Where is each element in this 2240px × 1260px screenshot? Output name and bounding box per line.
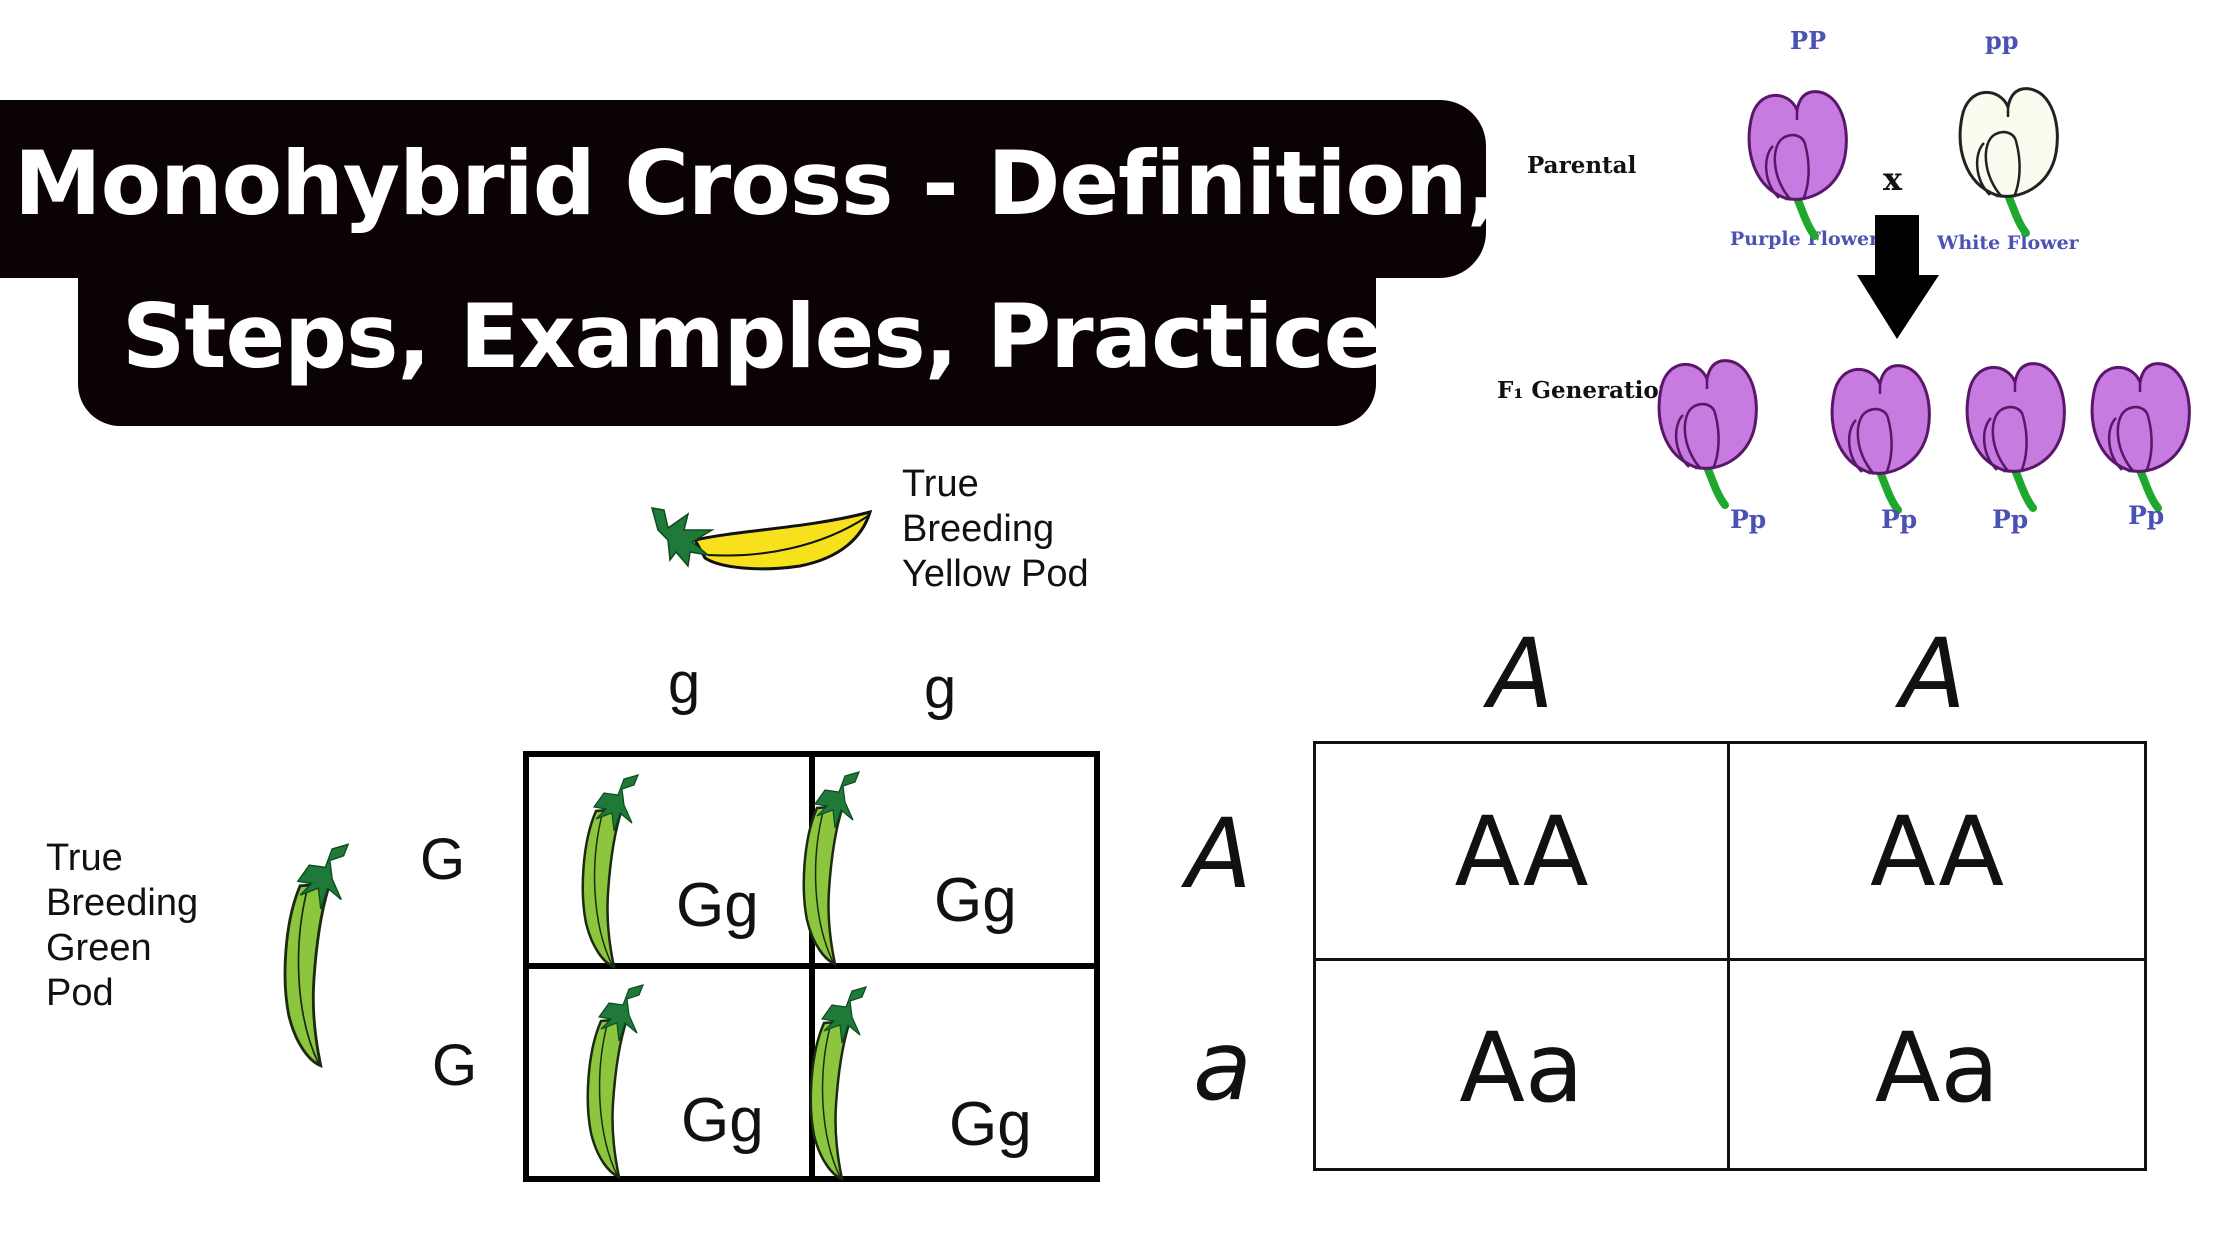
green-pod-icon <box>802 771 861 967</box>
f1-purple-flower-icon <box>1657 359 1758 509</box>
yellow-pod-label-line: True <box>902 463 979 505</box>
offspring-genotype: Pp <box>1881 505 1918 534</box>
column-allele-A-2: A <box>1900 618 1966 730</box>
punnett-cell: AA <box>1454 796 1589 908</box>
allele-punnett-square: AA AA Aa Aa <box>1313 741 2147 1171</box>
punnett-cell: Gg <box>949 1090 1032 1159</box>
white-flower-icon <box>1958 87 2059 237</box>
row-allele-1: G <box>420 827 466 892</box>
punnett-cell: Gg <box>934 866 1017 935</box>
green-pod-icon <box>283 843 350 1069</box>
offspring-genotype: Pp <box>1730 505 1767 534</box>
green-pod-label-line: Green <box>46 927 152 969</box>
green-pod-icon <box>809 986 868 1182</box>
yellow-pod-label: True Breeding Yellow Pod <box>902 462 1089 597</box>
punnett-cell: Gg <box>681 1086 764 1155</box>
green-pod-icon <box>581 774 640 970</box>
green-pod-label-line: Breeding <box>46 882 199 924</box>
punnett-cell: AA <box>1869 796 2004 908</box>
f1-purple-flower-icon <box>2090 362 2191 512</box>
yellow-pod-label-line: Breeding <box>902 508 1055 550</box>
column-allele-2: g <box>924 656 957 721</box>
column-allele-A-1: A <box>1488 618 1554 730</box>
column-allele-1: g <box>668 651 701 716</box>
punnett-cell: Gg <box>676 871 759 940</box>
row-allele-A: A <box>1186 798 1252 910</box>
green-pod-label-line: True <box>46 837 123 879</box>
offspring-genotype: Pp <box>2128 501 2165 530</box>
green-pod-icon <box>586 984 645 1180</box>
f1-purple-flower-icon <box>1830 364 1931 514</box>
green-pod-label-line: Pod <box>46 972 114 1014</box>
punnett-cell: Aa <box>1459 1012 1584 1124</box>
row-allele-2: G <box>432 1033 478 1098</box>
grid-divider-horizontal <box>1316 958 2144 961</box>
f1-purple-flower-icon <box>1965 362 2066 512</box>
row-allele-a: a <box>1193 1010 1252 1122</box>
green-pod-label: True Breeding Green Pod <box>46 836 198 1016</box>
punnett-cell: Aa <box>1874 1012 2000 1124</box>
yellow-pod-icon <box>650 507 873 571</box>
pod-punnett-square: Gg Gg Gg Gg <box>523 751 1100 1182</box>
yellow-pod-label-line: Yellow Pod <box>902 553 1089 595</box>
offspring-genotype: Pp <box>1992 505 2029 534</box>
purple-flower-icon <box>1747 90 1848 240</box>
